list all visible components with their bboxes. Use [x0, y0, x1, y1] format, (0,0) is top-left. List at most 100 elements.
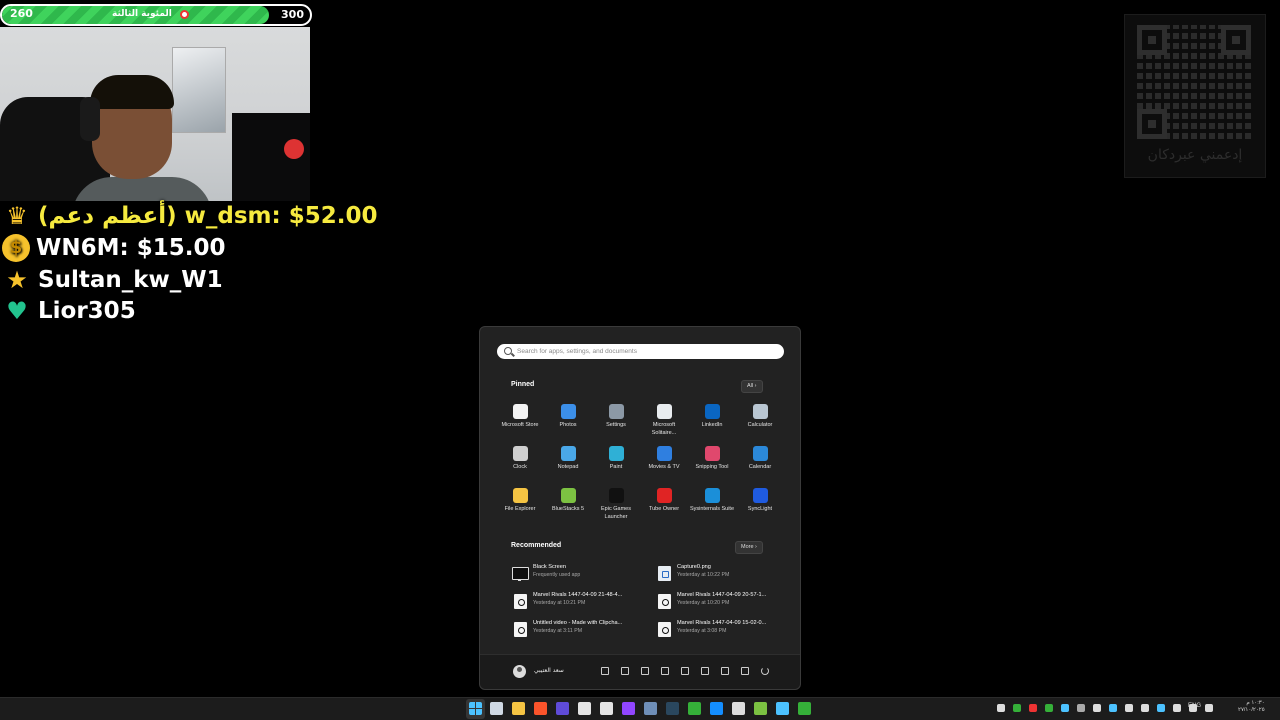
recommended-subtitle: Yesterday at 3:08 PM — [677, 628, 727, 634]
tray-icon[interactable] — [1093, 704, 1101, 712]
bluestacks-icon[interactable] — [754, 702, 767, 715]
videos-folder-icon[interactable] — [661, 667, 669, 675]
brave-browser-icon[interactable] — [534, 702, 547, 715]
tray-icon[interactable] — [1077, 704, 1085, 712]
pinned-app[interactable]: Microsoft Solitaire... — [640, 404, 688, 437]
recommended-item[interactable]: Marvel Rivals 1447-04-09 20-57-1... Yeste… — [654, 591, 794, 613]
linkedin-icon — [704, 404, 720, 419]
tray-icon[interactable] — [1125, 704, 1133, 712]
pinned-app-label: Snipping Tool — [695, 464, 729, 470]
file-explorer-icon[interactable] — [512, 702, 525, 715]
pinned-app[interactable]: Notepad — [544, 446, 592, 472]
tray-icon[interactable] — [1109, 704, 1117, 712]
monitor-icon — [512, 567, 529, 581]
tray-icon[interactable] — [1061, 704, 1069, 712]
tray-icon[interactable] — [1173, 704, 1181, 712]
epic-games-icon[interactable] — [732, 702, 745, 715]
pinned-app-label: Notepad — [557, 464, 579, 470]
pinned-app-label: Epic Games Launcher — [601, 506, 631, 520]
documents-folder-icon[interactable] — [601, 667, 609, 675]
streamlabs-icon[interactable] — [556, 702, 569, 715]
pinned-app[interactable]: SyncLight — [736, 488, 784, 514]
photos-icon — [560, 404, 576, 419]
recommended-subtitle: Yesterday at 10:21 PM — [533, 600, 586, 606]
recommended-subtitle: Yesterday at 10:20 PM — [677, 600, 730, 606]
pinned-app[interactable]: Clock — [496, 446, 544, 472]
recommended-item[interactable]: Black Screen Frequently used app — [510, 563, 650, 585]
search-input[interactable] — [517, 344, 767, 359]
pinned-app[interactable]: Movies & TV — [640, 446, 688, 472]
tray-icon[interactable] — [1045, 704, 1053, 712]
more-recommended-button[interactable]: More › — [735, 541, 763, 554]
tray-icon[interactable] — [1013, 704, 1021, 712]
user-name[interactable]: سعد العتيبي — [534, 667, 564, 674]
donor-text: WN6M: $15.00 — [36, 235, 226, 261]
twitch-icon[interactable] — [622, 702, 635, 715]
downloads-folder-icon[interactable] — [621, 667, 629, 675]
tray-icon[interactable] — [1029, 704, 1037, 712]
clock-time: ١٠:٣٠ م — [1246, 700, 1265, 706]
start-search-box[interactable] — [497, 344, 784, 359]
video-file-icon — [658, 594, 671, 609]
task-view-icon[interactable] — [490, 702, 503, 715]
pinned-app[interactable]: Sysinternals Suite — [688, 488, 736, 514]
battle-net-icon[interactable] — [710, 702, 723, 715]
recommended-title: Marvel Rivals 1447-04-09 21-48-4... — [533, 592, 623, 598]
steam-icon[interactable] — [666, 702, 679, 715]
user-avatar-icon[interactable] — [513, 665, 526, 678]
chrome-icon[interactable] — [578, 702, 591, 715]
pinned-app[interactable]: Calendar — [736, 446, 784, 472]
recommended-item[interactable]: Capture0.png Yesterday at 10:22 PM — [654, 563, 794, 585]
personal-folder-icon[interactable] — [701, 667, 709, 675]
pinned-app[interactable]: Calculator — [736, 404, 784, 430]
pinned-app[interactable]: LinkedIn — [688, 404, 736, 430]
pinned-app[interactable]: Paint — [592, 446, 640, 472]
tray-icon[interactable] — [1141, 704, 1149, 712]
input-language[interactable]: ENG — [1188, 703, 1201, 709]
pinned-app[interactable]: Tube Owner — [640, 488, 688, 514]
tray-icon[interactable] — [997, 704, 1005, 712]
power-icon[interactable] — [761, 667, 769, 675]
windows-start-icon[interactable] — [469, 702, 482, 715]
qr-caption: إدعمني عبردكان — [1147, 147, 1243, 163]
obs-icon[interactable] — [600, 702, 613, 715]
pinned-app-label: Tube Owner — [648, 506, 680, 512]
pinned-app-label: Photos — [559, 422, 577, 428]
pinned-app[interactable]: BlueStacks 5 — [544, 488, 592, 514]
pinned-app[interactable]: File Explorer — [496, 488, 544, 514]
recommended-item[interactable]: Marvel Rivals 1447-04-09 21-48-4... Yeste… — [510, 591, 650, 613]
calculator-icon — [752, 404, 768, 419]
apps-grid-icon[interactable] — [776, 702, 789, 715]
tray-icon[interactable] — [1157, 704, 1165, 712]
globe-icon[interactable] — [798, 702, 811, 715]
coin-icon: $ — [2, 234, 30, 262]
app-icon[interactable] — [644, 702, 657, 715]
network-icon[interactable] — [681, 667, 689, 675]
pinned-app[interactable]: Snipping Tool — [688, 446, 736, 472]
recommended-item[interactable]: Untitled video - Made with Clipcha... Yes… — [510, 619, 650, 641]
recommended-subtitle: Yesterday at 10:22 PM — [677, 572, 730, 578]
heart-icon: ♥ — [6, 297, 28, 325]
pinned-app[interactable]: Settings — [592, 404, 640, 430]
pinned-app-label: Movies & TV — [648, 464, 680, 470]
tray-icon[interactable] — [1205, 704, 1213, 712]
pinned-app[interactable]: Epic Games Launcher — [592, 488, 640, 521]
pinned-app-label: Calculator — [747, 422, 773, 428]
pinned-app[interactable]: Microsoft Store — [496, 404, 544, 430]
donor-row: ★ Sultan_kw_W1 — [2, 265, 222, 295]
pinned-app[interactable]: Photos — [544, 404, 592, 430]
pinned-app-label: Microsoft Solitaire... — [651, 422, 677, 436]
microphone — [284, 139, 304, 159]
system-clock[interactable]: ١٠:٣٠ م ٢٧/١٠/٢٠٢٥ — [1238, 700, 1265, 714]
xbox-icon[interactable] — [688, 702, 701, 715]
solitaire-icon — [656, 404, 672, 419]
settings-gear-icon[interactable] — [741, 667, 749, 675]
pictures-folder-icon[interactable] — [641, 667, 649, 675]
file-explorer-icon[interactable] — [721, 667, 729, 675]
microsoft-store-icon — [512, 404, 528, 419]
recommended-item[interactable]: Marvel Rivals 1447-04-09 15-02-0... Yeste… — [654, 619, 794, 641]
epic-games-icon — [608, 488, 624, 503]
all-apps-button[interactable]: All › — [741, 380, 763, 393]
recommended-title: Black Screen — [533, 564, 566, 570]
pinned-app-label: SyncLight — [747, 506, 773, 512]
